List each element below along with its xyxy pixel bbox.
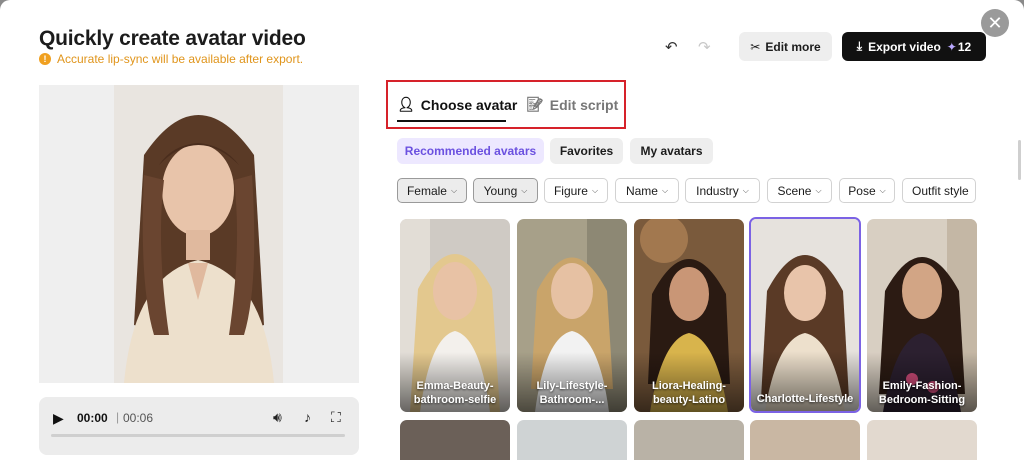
tab-edit-script[interactable]: 📝︎ Edit script — [526, 96, 618, 113]
filter-label: Figure — [553, 183, 588, 198]
video-preview — [39, 85, 359, 383]
chevron-down-icon: ⌵ — [742, 185, 749, 195]
volume-icon[interactable]: 🔊︎ — [273, 409, 282, 426]
undo-icon[interactable]: ↶ — [665, 38, 678, 56]
filter-label: Pose — [848, 183, 876, 198]
avatar-card-lily[interactable]: Lily-Lifestyle-Bathroom-... — [517, 219, 627, 412]
avatar-name: Liora-Healing-beauty-Latino — [652, 380, 726, 406]
credits-badge: ✦ 12 — [947, 40, 971, 54]
avatar-card-row2-5[interactable] — [867, 420, 977, 460]
avatar-name: Charlotte-Lifestyle — [756, 393, 854, 405]
avatar-card-row2-3[interactable] — [634, 420, 744, 460]
tab-label: Edit script — [549, 96, 619, 113]
edit-more-button[interactable]: ✂ Edit more — [739, 32, 832, 61]
avatar-card-row2-4[interactable] — [750, 420, 860, 460]
lip-sync-notice: ! Accurate lip-sync will be available af… — [39, 52, 303, 66]
avatar-card-emily[interactable]: Emily-Fashion-Bedroom-Sitting — [867, 219, 977, 412]
filter-label: Female — [406, 183, 447, 198]
scrollbar[interactable] — [1018, 140, 1021, 180]
tab-choose-avatar[interactable]: 👤︎ Choose avatar — [397, 96, 517, 113]
avatar-card-row2-2[interactable] — [517, 420, 627, 460]
progress-track[interactable] — [51, 434, 345, 437]
fullscreen-icon[interactable]: ⛶ — [331, 409, 341, 426]
avatar-card-liora[interactable]: Liora-Healing-beauty-Latino — [634, 219, 744, 412]
credits-count: 12 — [957, 39, 972, 54]
filter-label: Name — [625, 183, 658, 198]
avatar-icon: 👤︎ — [397, 96, 415, 112]
export-label: Export video — [868, 39, 941, 54]
notice-text: Accurate lip-sync will be available afte… — [57, 52, 304, 66]
video-player-controls: ▶ 00:00 | 00:06 🔊︎ ♪ ⛶ — [39, 397, 359, 455]
close-icon[interactable]: ✕ — [981, 9, 1009, 37]
chevron-down-icon: ⌵ — [450, 185, 458, 195]
filter-label: Industry — [696, 183, 739, 198]
current-time: 00:00 — [77, 411, 108, 425]
filter-outfit-style[interactable]: Outfit style — [902, 178, 976, 203]
export-video-button[interactable]: ⤓ Export video ✦ 12 — [842, 32, 986, 61]
subtab-recommended[interactable]: Recommended avatars — [397, 138, 544, 164]
time-separator: | — [116, 410, 120, 424]
chevron-down-icon: ⌵ — [879, 185, 886, 195]
chevron-down-icon: ⌵ — [591, 185, 599, 195]
filter-young[interactable]: Young ⌵ — [473, 178, 538, 203]
avatar-card-charlotte[interactable]: Charlotte-Lifestyle — [749, 217, 861, 413]
play-icon[interactable]: ▶ — [53, 410, 64, 427]
tiktok-icon[interactable]: ♪ — [304, 409, 311, 425]
total-duration: 00:06 — [123, 411, 154, 425]
avatar-card-row2-1[interactable] — [400, 420, 510, 460]
tab-label: Choose avatar — [420, 96, 518, 113]
filter-female[interactable]: Female ⌵ — [397, 178, 467, 203]
avatar-name: Emily-Fashion-Bedroom-Sitting — [878, 380, 966, 406]
filter-label: Scene — [777, 183, 812, 198]
avatar-video-modal: ✕ Quickly create avatar video ! Accurate… — [0, 0, 1024, 475]
filter-name[interactable]: Name ⌵ — [615, 178, 679, 203]
chevron-down-icon: ⌵ — [815, 185, 822, 195]
filter-label: Outfit style — [912, 183, 969, 198]
edit-more-label: Edit more — [765, 39, 821, 54]
warning-icon: ! — [39, 53, 51, 65]
subtab-favorites[interactable]: Favorites — [550, 138, 623, 164]
filter-label: Young — [483, 183, 518, 198]
page-title: Quickly create avatar video — [39, 27, 306, 50]
script-icon: 📝︎ — [526, 96, 544, 112]
chevron-down-icon: ⌵ — [661, 185, 669, 195]
filter-scene[interactable]: Scene ⌵ — [767, 178, 832, 203]
active-tab-indicator — [397, 120, 506, 122]
chevron-down-icon: ⌵ — [521, 185, 528, 195]
redo-icon[interactable]: ↷ — [698, 38, 711, 56]
avatar-name: Emma-Beauty-bathroom-selfie — [413, 380, 497, 406]
download-icon: ⤓ — [856, 39, 863, 53]
filter-pose[interactable]: Pose ⌵ — [839, 178, 895, 203]
avatar-portrait — [114, 85, 283, 383]
subtab-my-avatars[interactable]: My avatars — [630, 138, 713, 164]
avatar-card-emma[interactable]: Emma-Beauty-bathroom-selfie — [400, 219, 510, 412]
sparkle-icon: ✦ — [946, 39, 957, 54]
filter-industry[interactable]: Industry ⌵ — [685, 178, 760, 203]
scissors-icon: ✂ — [750, 39, 761, 54]
filter-figure[interactable]: Figure ⌵ — [544, 178, 608, 203]
avatar-name: Lily-Lifestyle-Bathroom-... — [536, 380, 608, 406]
avatar-preview-image — [114, 85, 283, 383]
